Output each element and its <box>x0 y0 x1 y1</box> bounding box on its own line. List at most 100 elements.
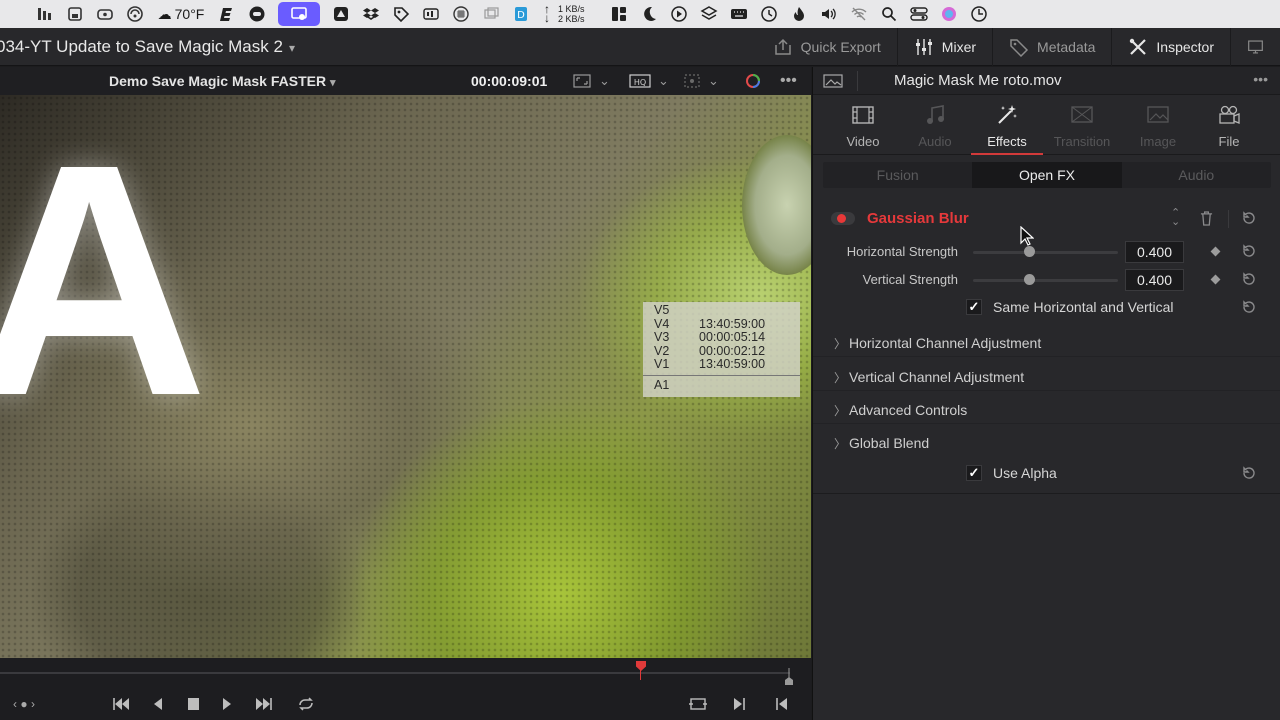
track-row: V4 13:40:59:00 <box>654 317 800 332</box>
match-frame-button[interactable] <box>686 694 710 714</box>
section-vertical-channel[interactable]: 〉 Vertical Channel Adjustment <box>813 363 1280 391</box>
use-alpha-checkbox[interactable]: ✓ <box>966 465 982 481</box>
viewer-scrubber[interactable] <box>0 658 811 688</box>
stop-button[interactable] <box>181 694 205 714</box>
effect-name[interactable]: Gaussian Blur <box>867 210 969 227</box>
prev-edit-button[interactable] <box>770 694 794 714</box>
play-circle-icon[interactable] <box>664 0 694 28</box>
quick-export-button[interactable]: Quick Export <box>757 28 897 66</box>
effect-reset-button[interactable] <box>1241 210 1259 228</box>
battery-util-icon[interactable] <box>416 0 446 28</box>
fx-tab-openfx[interactable]: Open FX <box>972 162 1122 188</box>
timeline-selector[interactable]: Demo Save Magic Mask FASTER ▾ <box>109 73 336 89</box>
volume-icon[interactable] <box>814 0 844 28</box>
same-hv-checkbox[interactable]: ✓ <box>966 299 982 315</box>
track-label: V3 <box>654 330 670 344</box>
moon-icon[interactable] <box>634 0 664 28</box>
section-global-blend[interactable]: 〉 Global Blend <box>813 429 1280 457</box>
playhead-marker[interactable] <box>636 661 646 671</box>
keyboard-icon[interactable] <box>724 0 754 28</box>
layers-icon[interactable] <box>694 0 724 28</box>
layout-icon[interactable] <box>604 0 634 28</box>
tab-file[interactable]: File <box>1193 95 1265 155</box>
trash-icon[interactable] <box>1200 211 1213 226</box>
slider-knob[interactable] <box>1024 246 1035 257</box>
use-alpha-reset-button[interactable] <box>1241 465 1259 483</box>
search-icon[interactable] <box>874 0 904 28</box>
section-label: Advanced Controls <box>849 402 968 418</box>
param-label: Horizontal Strength <box>846 244 958 259</box>
vpn-icon[interactable] <box>242 0 272 28</box>
same-hv-row: ✓ Same Horizontal and Vertical <box>813 295 1280 319</box>
screen-record-icon[interactable] <box>278 2 320 26</box>
section-advanced-controls[interactable]: 〉 Advanced Controls <box>813 396 1280 424</box>
play-button[interactable] <box>215 694 239 714</box>
clock-icon[interactable] <box>964 0 994 28</box>
param-value-field[interactable]: 0.400 <box>1125 241 1184 263</box>
reverse-button[interactable] <box>146 694 170 714</box>
jump-to-end-button[interactable] <box>252 694 276 714</box>
more-options-icon[interactable]: ••• <box>1253 71 1268 87</box>
reorder-updown-icon[interactable]: ⌃ ⌄ <box>1171 208 1180 228</box>
same-hv-reset-button[interactable] <box>1241 299 1259 317</box>
time-machine-icon[interactable] <box>754 0 784 28</box>
video-viewer[interactable]: A V5 V4 13:40:59:00 V3 00:00:05:14 V2 00:00:02… <box>0 95 811 658</box>
d-app-icon[interactable]: D <box>506 0 536 28</box>
memory-monitor-icon[interactable] <box>60 0 90 28</box>
loop-button[interactable] <box>294 694 318 714</box>
effect-enable-toggle[interactable] <box>831 212 855 225</box>
tab-audio[interactable]: Audio <box>899 95 971 155</box>
jump-to-start-button[interactable] <box>109 694 133 714</box>
section-horizontal-channel[interactable]: 〉 Horizontal Channel Adjustment <box>813 329 1280 357</box>
color-wheel-icon <box>746 74 760 88</box>
fx-category-tabs: Fusion Open FX Audio <box>823 162 1271 188</box>
use-alpha-row: ✓ Use Alpha <box>813 461 1280 485</box>
grid-menu-icon[interactable] <box>446 0 476 28</box>
keyframe-diamond-icon[interactable] <box>1210 246 1221 257</box>
track-label: V2 <box>654 343 670 358</box>
slider-track[interactable] <box>973 251 1118 254</box>
mixer-button[interactable]: Mixer <box>896 28 992 66</box>
tag-icon[interactable] <box>386 0 416 28</box>
next-edit-button[interactable] <box>727 694 751 714</box>
dropbox-icon[interactable] <box>356 0 386 28</box>
app-e-icon[interactable] <box>212 0 242 28</box>
monitor-toggle-button[interactable] <box>1230 28 1280 66</box>
viewer-size-dropdown[interactable]: ⌄ <box>571 71 610 91</box>
more-options-icon[interactable]: ••• <box>780 71 797 91</box>
wifi-off-icon[interactable] <box>844 0 874 28</box>
transform-dropdown[interactable]: ⌄ <box>682 71 719 91</box>
control-center-icon[interactable] <box>904 0 934 28</box>
project-title[interactable]: 034-YT Update to Save Magic Mask 2 ▾ <box>0 37 295 57</box>
window-icon[interactable] <box>476 0 506 28</box>
network-speed[interactable]: 1 KB/s 2 KB/s <box>558 0 604 28</box>
slider-track[interactable] <box>973 279 1118 282</box>
siri-icon[interactable] <box>934 0 964 28</box>
keyframe-diamond-icon[interactable] <box>1210 274 1221 285</box>
tab-video[interactable]: Video <box>827 95 899 155</box>
gamepad-icon[interactable] <box>90 0 120 28</box>
param-value-field[interactable]: 0.400 <box>1125 269 1184 291</box>
tab-image[interactable]: Image <box>1122 95 1194 155</box>
inspector-file-name: Magic Mask Me roto.mov <box>894 72 1062 89</box>
chevron-right-icon: 〉 <box>834 404 847 418</box>
metadata-button[interactable]: Metadata <box>992 28 1111 66</box>
inspector-button[interactable]: Inspector <box>1111 28 1230 66</box>
param-reset-button[interactable] <box>1241 271 1259 289</box>
network-status-icon[interactable] <box>120 0 150 28</box>
color-picker-button[interactable] <box>744 71 762 91</box>
weather-widget[interactable]: ☁ 70°F <box>150 0 212 28</box>
tab-transition[interactable]: Transition <box>1046 95 1118 155</box>
hq-dropdown[interactable]: HQ ⌄ <box>628 71 669 91</box>
drive-icon[interactable] <box>326 0 356 28</box>
fx-tab-audio[interactable]: Audio <box>1122 162 1271 188</box>
slider-knob[interactable] <box>1024 274 1035 285</box>
cpu-monitor-icon[interactable] <box>30 0 60 28</box>
music-note-icon <box>927 105 944 124</box>
flame-icon[interactable] <box>784 0 814 28</box>
fx-tab-fusion[interactable]: Fusion <box>823 162 972 188</box>
jog-control[interactable]: ‹ ● › <box>0 694 48 714</box>
tab-effects[interactable]: Effects <box>971 95 1043 155</box>
skip-forward-icon <box>256 698 272 710</box>
param-reset-button[interactable] <box>1241 243 1259 261</box>
